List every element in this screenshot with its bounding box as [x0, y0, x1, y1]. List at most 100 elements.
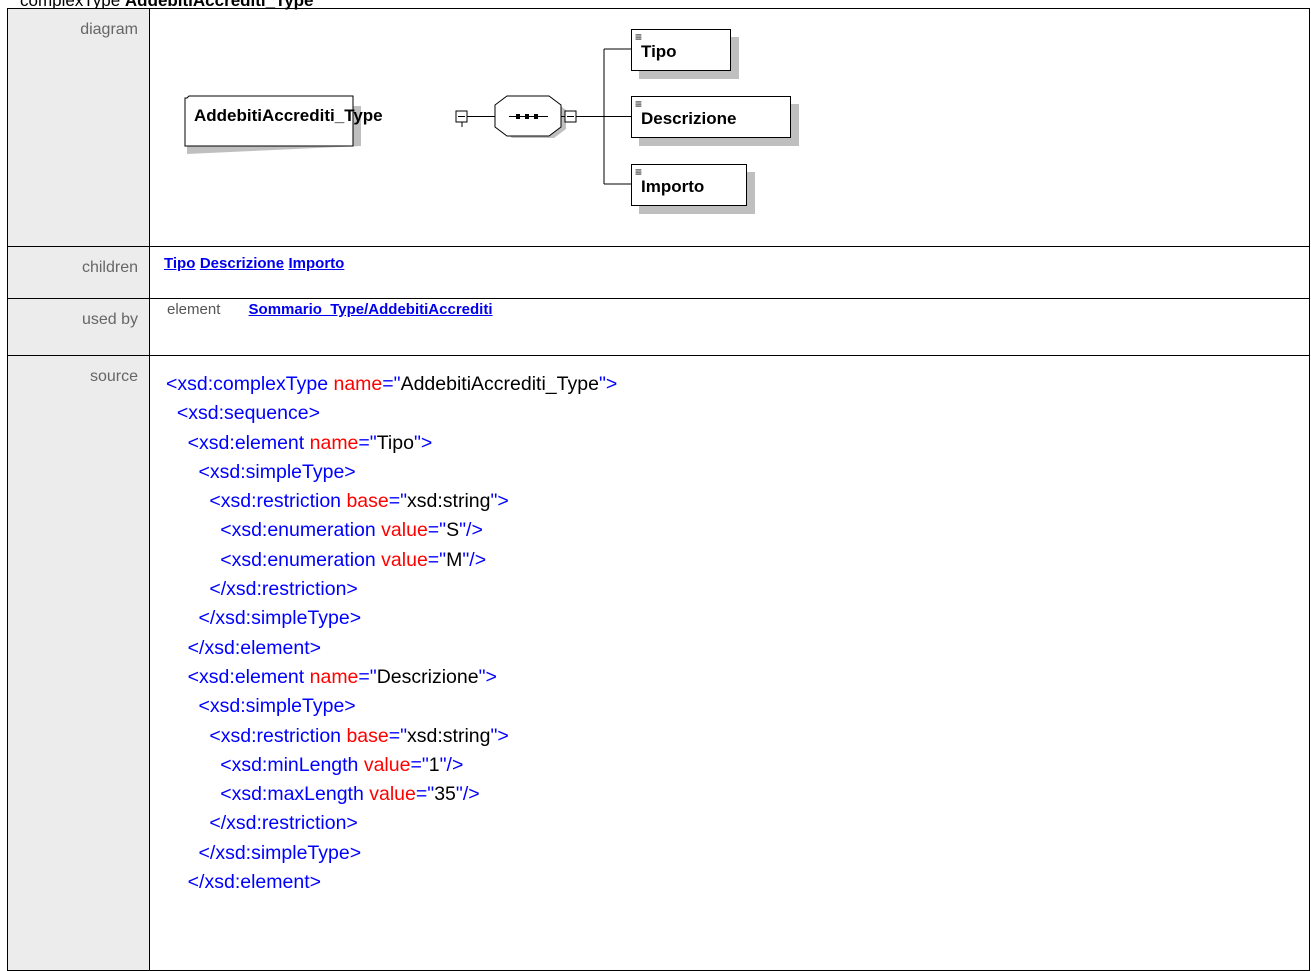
- source-line: </xsd:restriction>: [166, 575, 1309, 604]
- source-token: <xsd:simpleType>: [198, 695, 356, 718]
- source-token: base: [346, 724, 389, 747]
- source-line: </xsd:simpleType>: [166, 839, 1309, 868]
- source-token: <xsd:element: [187, 665, 310, 688]
- child-element-importo[interactable]: ≡ Importo: [631, 164, 747, 206]
- diagram-label: diagram: [7, 8, 150, 247]
- source-line: </xsd:element>: [166, 634, 1309, 663]
- source-token: ">: [490, 490, 509, 513]
- root-element[interactable]: AddebitiAccrediti_Type: [186, 97, 383, 145]
- source-token: name: [309, 431, 359, 454]
- source-token: =": [410, 753, 429, 776]
- usedby-cell: element Sommario_Type/AddebitiAccrediti: [149, 298, 1310, 356]
- source-line: </xsd:element>: [166, 868, 1309, 897]
- source-token: <xsd:restriction: [209, 490, 347, 513]
- source-token: =": [427, 519, 447, 542]
- source-token: </xsd:restriction>: [209, 578, 358, 601]
- source-token: <xsd:sequence>: [176, 402, 320, 425]
- usedby-kind: element: [167, 301, 221, 318]
- usedby-label: used by: [7, 298, 150, 356]
- source-code: <xsd:complexType name="AddebitiAccrediti…: [166, 370, 1309, 897]
- source-line: <xsd:maxLength value="35"/>: [166, 780, 1309, 809]
- child-label-tipo: Tipo: [641, 42, 677, 61]
- source-token: name: [309, 665, 359, 688]
- usedby-row: used by element Sommario_Type/AddebitiAc…: [7, 298, 1310, 356]
- source-token: </xsd:element>: [187, 871, 322, 894]
- source-token: value: [363, 753, 411, 776]
- source-token: <xsd:minLength: [220, 753, 364, 776]
- schema-diagram: AddebitiAccrediti_Type ≡ Tipo ≡ Descrizi…: [150, 9, 1309, 234]
- source-token: <xsd:element: [187, 431, 310, 454]
- source-token: <xsd:maxLength: [220, 783, 370, 806]
- child-link-importo[interactable]: Importo: [289, 255, 345, 272]
- children-row: children Tipo Descrizione Importo: [7, 246, 1310, 299]
- source-line: <xsd:minLength value="1"/>: [166, 751, 1309, 780]
- source-line: <xsd:restriction base="xsd:string">: [166, 487, 1309, 516]
- child-link-descrizione[interactable]: Descrizione: [200, 255, 284, 272]
- source-token: 1: [428, 753, 440, 776]
- source-token: "/>: [455, 783, 480, 806]
- source-token: base: [346, 490, 389, 513]
- source-token: =": [388, 490, 408, 513]
- source-token: ">: [478, 665, 497, 688]
- source-line: <xsd:complexType name="AddebitiAccrediti…: [166, 370, 1309, 399]
- root-element-label: AddebitiAccrediti_Type: [194, 106, 383, 125]
- source-token: ">: [413, 431, 433, 454]
- source-token: Descrizione: [376, 665, 479, 688]
- usedby-link[interactable]: Sommario_Type/AddebitiAccrediti: [249, 301, 493, 318]
- source-token: value: [381, 519, 428, 542]
- source-token: M: [446, 548, 463, 571]
- source-line: <xsd:enumeration value="S"/>: [166, 516, 1309, 545]
- source-token: "/>: [462, 548, 487, 571]
- child-link-tipo[interactable]: Tipo: [164, 255, 195, 272]
- child-element-descrizione[interactable]: ≡ Descrizione: [631, 96, 791, 138]
- source-line: <xsd:restriction base="xsd:string">: [166, 722, 1309, 751]
- source-line: <xsd:simpleType>: [166, 692, 1309, 721]
- source-line: <xsd:element name="Tipo">: [166, 429, 1309, 458]
- source-token: <xsd:complexType: [166, 373, 334, 395]
- child-label-importo: Importo: [641, 177, 705, 196]
- source-token: name: [333, 373, 383, 395]
- source-line: </xsd:simpleType>: [166, 604, 1309, 633]
- source-token: =": [382, 373, 401, 395]
- source-line: <xsd:simpleType>: [166, 458, 1309, 487]
- source-token: ">: [490, 724, 509, 747]
- source-line: <xsd:sequence>: [166, 399, 1309, 428]
- source-token: 35: [434, 783, 456, 806]
- child-element-tipo[interactable]: ≡ Tipo: [631, 29, 731, 71]
- source-token: <xsd:enumeration: [220, 519, 382, 542]
- source-label: source: [7, 355, 150, 971]
- source-token: value: [369, 783, 416, 806]
- source-token: =": [358, 665, 377, 688]
- source-token: </xsd:element>: [187, 636, 322, 659]
- diagram-cell: AddebitiAccrediti_Type ≡ Tipo ≡ Descrizi…: [149, 8, 1310, 247]
- source-token: </xsd:restriction>: [209, 812, 358, 835]
- source-token: =": [358, 431, 377, 454]
- source-token: <xsd:restriction: [209, 724, 347, 747]
- source-token: ">: [598, 373, 618, 395]
- source-token: AddebitiAccrediti_Type: [400, 373, 599, 395]
- source-token: =": [388, 724, 408, 747]
- source-token: xsd:string: [407, 490, 491, 513]
- source-token: <xsd:simpleType>: [198, 460, 356, 483]
- source-token: =": [427, 548, 447, 571]
- child-label-descrizione: Descrizione: [641, 109, 737, 128]
- children-label: children: [7, 246, 150, 299]
- source-token: S: [446, 519, 460, 542]
- diagram-row: diagram AddebitiAccrediti_Type ≡ Tipo ≡ …: [7, 8, 1310, 247]
- source-token: </xsd:simpleType>: [198, 607, 362, 630]
- source-token: xsd:string: [407, 724, 491, 747]
- source-token: value: [381, 548, 428, 571]
- children-cell: Tipo Descrizione Importo: [149, 246, 1310, 299]
- schema-doc-table: diagram AddebitiAccrediti_Type ≡ Tipo ≡ …: [7, 8, 1310, 971]
- source-row: source <xsd:complexType name="AddebitiAc…: [7, 355, 1310, 971]
- source-cell: <xsd:complexType name="AddebitiAccrediti…: [149, 355, 1310, 971]
- source-line: <xsd:element name="Descrizione">: [166, 663, 1309, 692]
- source-token: <xsd:enumeration: [220, 548, 382, 571]
- source-token: "/>: [439, 753, 464, 776]
- source-line: </xsd:restriction>: [166, 809, 1309, 838]
- source-token: "/>: [459, 519, 483, 542]
- source-token: Tipo: [376, 431, 414, 454]
- source-token: </xsd:simpleType>: [198, 841, 362, 864]
- source-token: =": [415, 783, 435, 806]
- source-line: <xsd:enumeration value="M"/>: [166, 546, 1309, 575]
